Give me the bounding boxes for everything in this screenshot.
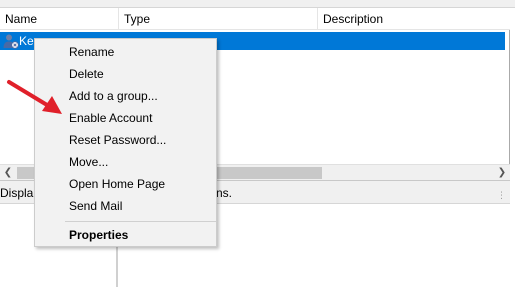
status-text-right: ns. <box>216 186 233 200</box>
scroll-left-arrow-icon[interactable]: ❮ <box>0 165 16 181</box>
status-text-left: Displa <box>0 186 34 200</box>
column-type[interactable]: Type <box>119 8 318 30</box>
divider-line <box>116 246 118 287</box>
resize-grip-icon[interactable]: ⋮ <box>497 190 507 200</box>
context-menu: Rename Delete Add to a group... Enable A… <box>34 38 217 247</box>
menu-separator <box>65 221 216 222</box>
menu-item-enable-account[interactable]: Enable Account <box>36 107 215 129</box>
menu-item-reset-password[interactable]: Reset Password... <box>36 129 215 151</box>
column-header: Name Type Description <box>0 8 510 30</box>
menu-item-delete[interactable]: Delete <box>36 63 215 85</box>
menu-item-send-mail[interactable]: Send Mail <box>36 195 215 217</box>
window-top-strip <box>0 0 515 8</box>
menu-item-open-home-page[interactable]: Open Home Page <box>36 173 215 195</box>
row-name: Ke <box>19 34 34 48</box>
menu-item-properties[interactable]: Properties <box>36 224 215 246</box>
menu-item-move[interactable]: Move... <box>36 151 215 173</box>
column-name[interactable]: Name <box>0 8 119 30</box>
column-description[interactable]: Description <box>318 8 510 30</box>
menu-item-rename[interactable]: Rename <box>36 41 215 63</box>
user-icon <box>3 34 19 49</box>
menu-item-add-to-group[interactable]: Add to a group... <box>36 85 215 107</box>
scroll-right-arrow-icon[interactable]: ❯ <box>494 165 510 181</box>
